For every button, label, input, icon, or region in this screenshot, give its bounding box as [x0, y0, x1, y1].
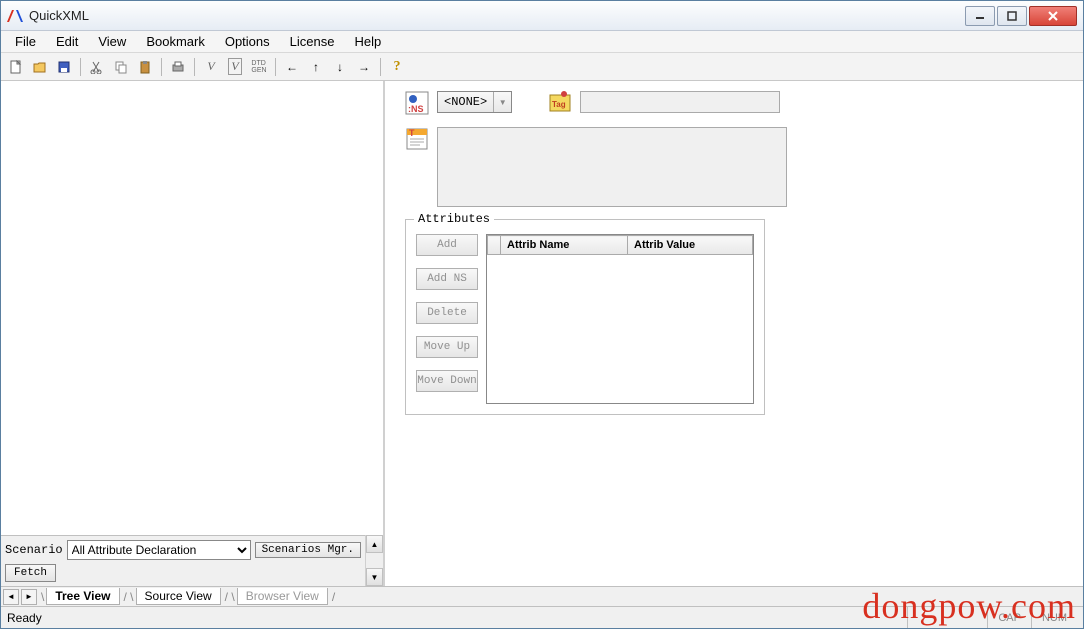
text-input[interactable]: [437, 127, 787, 207]
minimize-button[interactable]: [965, 6, 995, 26]
text-row: T: [405, 127, 1063, 207]
tree-view-area[interactable]: [1, 81, 383, 535]
toolbar-separator: [161, 58, 162, 76]
scenario-label: Scenario: [5, 543, 63, 557]
fetch-button[interactable]: Fetch: [5, 564, 56, 582]
arrow-down-icon[interactable]: ↓: [329, 56, 351, 78]
delete-button[interactable]: Delete: [416, 302, 478, 324]
toolbar: V V DTDGEN ← ↑ ↓ → ?: [1, 53, 1083, 81]
text-icon: T: [405, 127, 429, 151]
arrow-right-icon[interactable]: →: [353, 56, 375, 78]
app-window: QuickXML File Edit View Bookmark Options…: [0, 0, 1084, 629]
tab-browser-view[interactable]: Browser View: [237, 588, 328, 605]
menu-bar: File Edit View Bookmark Options License …: [1, 31, 1083, 53]
table-header-value[interactable]: Attrib Value: [628, 236, 753, 255]
tag-input[interactable]: [580, 91, 780, 113]
namespace-value: <NONE>: [438, 95, 493, 109]
arrow-left-icon[interactable]: ←: [281, 56, 303, 78]
validate-v2-icon[interactable]: V: [224, 56, 246, 78]
menu-edit[interactable]: Edit: [46, 32, 88, 51]
table-header-corner[interactable]: [488, 236, 501, 255]
maximize-button[interactable]: [997, 6, 1027, 26]
attributes-group: Attributes Add Add NS Delete Move Up Mov…: [405, 219, 765, 415]
window-title: QuickXML: [29, 8, 965, 23]
menu-view[interactable]: View: [88, 32, 136, 51]
title-bar[interactable]: QuickXML: [1, 1, 1083, 31]
client-area: Scenario All Attribute Declaration Scena…: [1, 81, 1083, 586]
dropdown-icon[interactable]: ▼: [493, 92, 511, 112]
left-pane: Scenario All Attribute Declaration Scena…: [1, 81, 385, 586]
tab-prev-icon[interactable]: ◄: [3, 589, 19, 605]
validate-v-icon[interactable]: V: [200, 56, 222, 78]
menu-options[interactable]: Options: [215, 32, 280, 51]
menu-bookmark[interactable]: Bookmark: [136, 32, 215, 51]
right-pane: :NS <NONE> ▼ Tag T Attributes Add Add: [385, 81, 1083, 586]
app-icon: [7, 8, 23, 24]
toolbar-separator: [80, 58, 81, 76]
toolbar-separator: [275, 58, 276, 76]
move-up-button[interactable]: Move Up: [416, 336, 478, 358]
save-icon[interactable]: [53, 56, 75, 78]
window-controls: [965, 6, 1077, 26]
close-button[interactable]: [1029, 6, 1077, 26]
status-spacer: [907, 607, 987, 628]
menu-file[interactable]: File: [5, 32, 46, 51]
toolbar-separator: [380, 58, 381, 76]
tab-next-icon[interactable]: ►: [21, 589, 37, 605]
status-bar: Ready CAP NUM: [1, 606, 1083, 628]
tag-icon: Tag: [548, 91, 572, 115]
scenario-bar: Scenario All Attribute Declaration Scena…: [1, 535, 365, 586]
new-icon[interactable]: [5, 56, 27, 78]
scroll-up-icon[interactable]: ▲: [366, 535, 383, 553]
attribute-buttons: Add Add NS Delete Move Up Move Down: [416, 234, 478, 404]
status-text: Ready: [7, 611, 907, 625]
menu-license[interactable]: License: [280, 32, 345, 51]
svg-text:T: T: [409, 128, 415, 138]
arrow-up-icon[interactable]: ↑: [305, 56, 327, 78]
cut-icon[interactable]: [86, 56, 108, 78]
add-button[interactable]: Add: [416, 234, 478, 256]
paste-icon[interactable]: [134, 56, 156, 78]
tab-bar: ◄ ► \ Tree View / \ Source View / \ Brow…: [1, 586, 1083, 606]
scenarios-mgr-button[interactable]: Scenarios Mgr.: [255, 542, 361, 558]
move-down-button[interactable]: Move Down: [416, 370, 478, 392]
open-icon[interactable]: [29, 56, 51, 78]
namespace-row: :NS <NONE> ▼ Tag: [405, 91, 1063, 115]
scrollbar[interactable]: ▲ ▼: [365, 535, 383, 586]
attributes-legend: Attributes: [414, 212, 494, 226]
namespace-icon: :NS: [405, 91, 429, 115]
status-num: NUM: [1031, 607, 1077, 628]
menu-help[interactable]: Help: [344, 32, 391, 51]
scroll-down-icon[interactable]: ▼: [366, 568, 383, 586]
dtd-gen-icon[interactable]: DTDGEN: [248, 56, 270, 78]
svg-text:Tag: Tag: [552, 100, 566, 109]
namespace-combo[interactable]: <NONE> ▼: [437, 91, 512, 113]
print-icon[interactable]: [167, 56, 189, 78]
svg-text::NS: :NS: [408, 104, 424, 114]
scenario-select[interactable]: All Attribute Declaration: [67, 540, 251, 560]
toolbar-separator: [194, 58, 195, 76]
add-ns-button[interactable]: Add NS: [416, 268, 478, 290]
tab-tree-view[interactable]: Tree View: [46, 588, 119, 605]
table-header-name[interactable]: Attrib Name: [501, 236, 628, 255]
status-cap: CAP: [987, 607, 1031, 628]
attributes-table[interactable]: Attrib Name Attrib Value: [486, 234, 754, 404]
copy-icon[interactable]: [110, 56, 132, 78]
help-icon[interactable]: ?: [386, 56, 408, 78]
tab-source-view[interactable]: Source View: [136, 588, 221, 605]
